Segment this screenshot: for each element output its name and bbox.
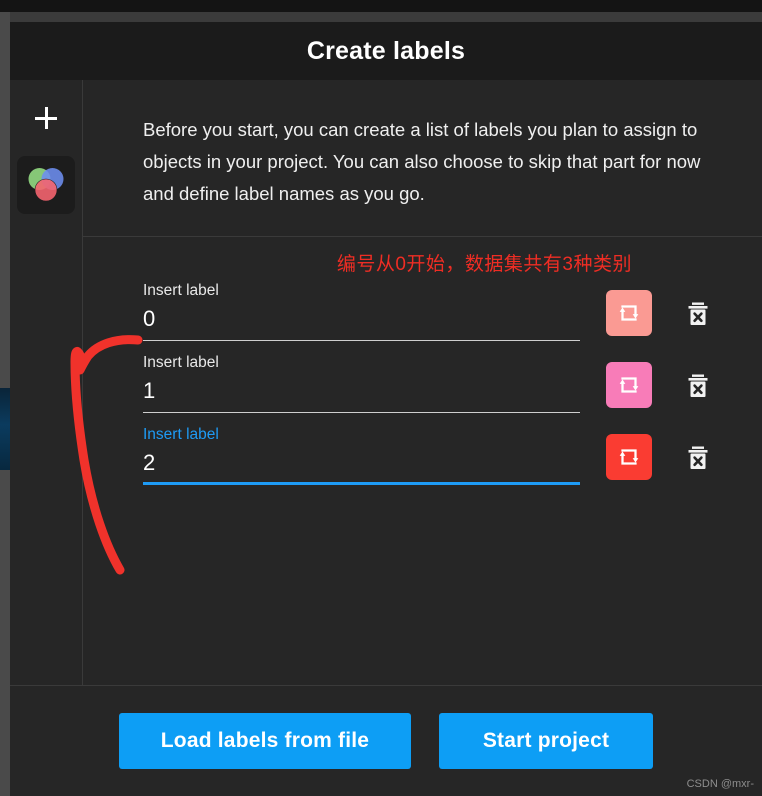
backdrop-top-bar bbox=[0, 0, 762, 12]
label-caption: Insert label bbox=[143, 354, 219, 371]
label-field: Insert label 0 bbox=[143, 282, 580, 344]
label-row: Insert label 2 bbox=[143, 426, 728, 488]
delete-label-button[interactable] bbox=[680, 294, 716, 334]
label-field: Insert label 2 bbox=[143, 426, 580, 488]
refresh-icon bbox=[619, 377, 639, 393]
label-color-swatch[interactable] bbox=[606, 290, 652, 336]
label-row: Insert label 1 bbox=[143, 354, 728, 416]
label-name-input[interactable]: 2 bbox=[143, 450, 580, 485]
label-color-swatch[interactable] bbox=[606, 362, 652, 408]
delete-label-button[interactable] bbox=[680, 438, 716, 478]
sidebar-item-project-logo[interactable] bbox=[17, 156, 75, 214]
page-title: Create labels bbox=[306, 36, 466, 65]
refresh-icon bbox=[619, 449, 639, 465]
modal-header: Create labels bbox=[10, 22, 762, 80]
label-name-input[interactable]: 0 bbox=[143, 306, 580, 341]
delete-label-button[interactable] bbox=[680, 366, 716, 406]
description-block: Before you start, you can create a list … bbox=[83, 80, 762, 237]
modal-content: Before you start, you can create a list … bbox=[83, 80, 762, 685]
trash-icon bbox=[688, 374, 708, 397]
modal-body: Before you start, you can create a list … bbox=[10, 80, 762, 686]
label-field: Insert label 1 bbox=[143, 354, 580, 416]
modal-footer: Load labels from file Start project CSDN… bbox=[10, 686, 762, 796]
plus-icon-vertical bbox=[44, 107, 48, 129]
watermark: CSDN @mxr- bbox=[686, 778, 754, 790]
create-labels-modal: Create labels Before you start, you can … bbox=[10, 22, 762, 796]
trash-icon bbox=[688, 446, 708, 469]
add-project-button[interactable] bbox=[26, 98, 66, 138]
label-name-input[interactable]: 1 bbox=[143, 378, 580, 413]
label-row: Insert label 0 bbox=[143, 282, 728, 344]
venn-circles-logo bbox=[28, 168, 64, 202]
label-color-swatch[interactable] bbox=[606, 434, 652, 480]
labels-block: 编号从0开始，数据集共有3种类别 Insert label 0 Insert l… bbox=[83, 237, 762, 685]
backdrop-blue-panel bbox=[0, 388, 10, 470]
trash-icon bbox=[688, 302, 708, 325]
start-project-button[interactable]: Start project bbox=[439, 713, 653, 769]
label-caption: Insert label bbox=[143, 426, 219, 443]
sidebar bbox=[10, 80, 83, 685]
handwritten-note-text: 编号从0开始，数据集共有3种类别 bbox=[336, 254, 632, 275]
refresh-icon bbox=[619, 305, 639, 321]
label-caption: Insert label bbox=[143, 282, 219, 299]
modal-description: Before you start, you can create a list … bbox=[143, 119, 701, 204]
load-labels-from-file-button[interactable]: Load labels from file bbox=[119, 713, 411, 769]
